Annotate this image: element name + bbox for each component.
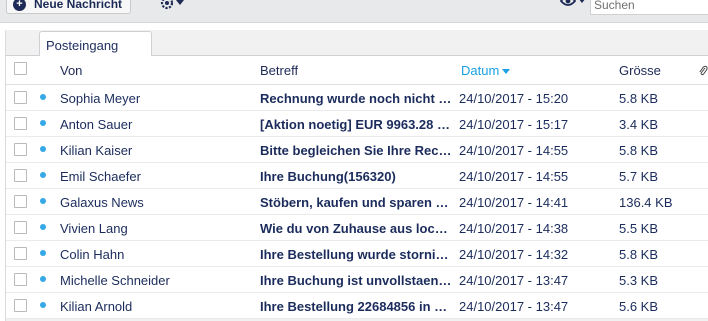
email-date: 24/10/2017 - 13:47 bbox=[459, 273, 569, 288]
new-message-button[interactable]: + Neue Nachricht bbox=[6, 0, 132, 14]
email-from: Colin Hahn bbox=[60, 247, 125, 262]
mail-list-panel: Posteingang Von Betreff Datum Grösse Sop… bbox=[5, 30, 708, 321]
email-from: Kilian Kaiser bbox=[60, 143, 133, 158]
column-subject[interactable]: Betreff bbox=[260, 63, 298, 78]
sort-desc-icon bbox=[502, 69, 511, 75]
paperclip-icon[interactable] bbox=[698, 65, 708, 77]
chevron-down-icon bbox=[579, 0, 585, 3]
email-row[interactable]: Anton Sauer [Aktion noetig] EUR 9963.28 G… bbox=[6, 111, 708, 137]
tab-inbox-label: Posteingang bbox=[46, 38, 119, 53]
email-subject: Ihre Bestellung wurde storniert! Details bbox=[260, 247, 453, 262]
email-from: Sophia Meyer bbox=[60, 91, 141, 106]
row-checkbox[interactable] bbox=[14, 247, 27, 260]
column-date[interactable]: Datum bbox=[461, 63, 511, 78]
unread-indicator-icon bbox=[40, 224, 46, 230]
row-checkbox[interactable] bbox=[14, 117, 27, 130]
email-date: 24/10/2017 - 13:47 bbox=[459, 299, 569, 314]
row-checkbox[interactable] bbox=[14, 169, 27, 182]
email-row[interactable]: Michelle Schneider Ihre Buchung ist unvol… bbox=[6, 267, 708, 293]
email-subject: Ihre Buchung ist unvollstaendig! Bitte p… bbox=[260, 273, 453, 288]
column-size[interactable]: Grösse bbox=[619, 63, 661, 78]
unread-indicator-icon bbox=[40, 94, 46, 100]
unread-indicator-icon bbox=[40, 172, 46, 178]
email-size: 5.3 KB bbox=[619, 273, 659, 288]
email-size: 5.8 KB bbox=[619, 143, 659, 158]
row-checkbox[interactable] bbox=[14, 221, 27, 234]
email-size: 5.7 KB bbox=[619, 169, 659, 184]
unread-indicator-icon bbox=[40, 146, 46, 152]
email-from: Michelle Schneider bbox=[60, 273, 170, 288]
plus-icon: + bbox=[13, 0, 26, 11]
email-from: Emil Schaefer bbox=[60, 169, 141, 184]
eye-icon bbox=[560, 0, 576, 6]
column-header: Von Betreff Datum Grösse bbox=[6, 56, 708, 85]
email-from: Kilian Arnold bbox=[60, 299, 133, 314]
email-date: 24/10/2017 - 15:20 bbox=[459, 91, 569, 106]
email-subject: Bitte begleichen Sie Ihre Rechnung bbox=[260, 143, 453, 158]
email-date: 24/10/2017 - 14:55 bbox=[459, 169, 569, 184]
email-size: 5.8 KB bbox=[619, 247, 659, 262]
tab-strip: Posteingang bbox=[6, 30, 708, 56]
email-subject: Wie du von Zuhause aus locker 1000 verdi… bbox=[260, 221, 453, 236]
email-date: 24/10/2017 - 15:17 bbox=[459, 117, 569, 132]
email-row[interactable]: Kilian Arnold Ihre Bestellung 22684856 in… bbox=[6, 293, 708, 319]
unread-indicator-icon bbox=[40, 250, 46, 256]
email-row[interactable]: Sophia Meyer Rechnung wurde noch nicht be… bbox=[6, 85, 708, 111]
email-subject: Rechnung wurde noch nicht bezahlt bbox=[260, 91, 453, 106]
search-input[interactable] bbox=[591, 0, 704, 12]
new-message-label: Neue Nachricht bbox=[34, 0, 123, 11]
email-size: 5.5 KB bbox=[619, 221, 659, 236]
column-from[interactable]: Von bbox=[60, 63, 82, 78]
email-subject: [Aktion noetig] EUR 9963.28 Gebühr bbox=[260, 117, 453, 132]
email-size: 136.4 KB bbox=[619, 195, 673, 210]
email-from: Anton Sauer bbox=[60, 117, 133, 132]
search-box[interactable] bbox=[590, 0, 708, 15]
email-from: Galaxus News bbox=[60, 195, 144, 210]
email-row[interactable]: Emil Schaefer Ihre Buchung(156320) 24/10/2… bbox=[6, 163, 708, 189]
column-date-label: Datum bbox=[461, 63, 500, 78]
row-checkbox[interactable] bbox=[14, 299, 27, 312]
unread-indicator-icon bbox=[40, 120, 46, 126]
unread-indicator-icon bbox=[40, 276, 46, 282]
row-checkbox[interactable] bbox=[14, 195, 27, 208]
toolbar: + Neue Nachricht bbox=[0, 0, 708, 23]
row-checkbox[interactable] bbox=[14, 143, 27, 156]
email-from: Vivien Lang bbox=[60, 221, 128, 236]
tab-inbox[interactable]: Posteingang bbox=[39, 31, 152, 56]
email-date: 24/10/2017 - 14:55 bbox=[459, 143, 569, 158]
email-date: 24/10/2017 - 14:32 bbox=[459, 247, 569, 262]
unread-indicator-icon bbox=[40, 302, 46, 308]
email-subject: Stöbern, kaufen und sparen – und mehr bbox=[260, 195, 453, 210]
email-row[interactable]: Vivien Lang Wie du von Zuhause aus locker… bbox=[6, 215, 708, 241]
email-row[interactable]: Kilian Kaiser Bitte begleichen Sie Ihre R… bbox=[6, 137, 708, 163]
view-options-button[interactable] bbox=[560, 0, 586, 7]
gear-icon bbox=[160, 0, 174, 10]
email-size: 3.4 KB bbox=[619, 117, 659, 132]
email-subject: Ihre Buchung(156320) bbox=[260, 169, 396, 184]
row-checkbox[interactable] bbox=[14, 91, 27, 104]
email-subject: Ihre Bestellung 22684856 in Bearbeitung bbox=[260, 299, 453, 314]
email-size: 5.6 KB bbox=[619, 299, 659, 314]
email-date: 24/10/2017 - 14:41 bbox=[459, 195, 569, 210]
email-date: 24/10/2017 - 14:38 bbox=[459, 221, 569, 236]
settings-menu-button[interactable] bbox=[160, 0, 184, 10]
email-row[interactable]: Galaxus News Stöbern, kaufen und sparen –… bbox=[6, 189, 708, 215]
row-checkbox[interactable] bbox=[14, 273, 27, 286]
email-row[interactable]: Colin Hahn Ihre Bestellung wurde stornier… bbox=[6, 241, 708, 267]
chevron-down-icon bbox=[176, 0, 184, 5]
email-size: 5.8 KB bbox=[619, 91, 659, 106]
unread-indicator-icon bbox=[40, 198, 46, 204]
select-all-checkbox[interactable] bbox=[14, 62, 27, 75]
